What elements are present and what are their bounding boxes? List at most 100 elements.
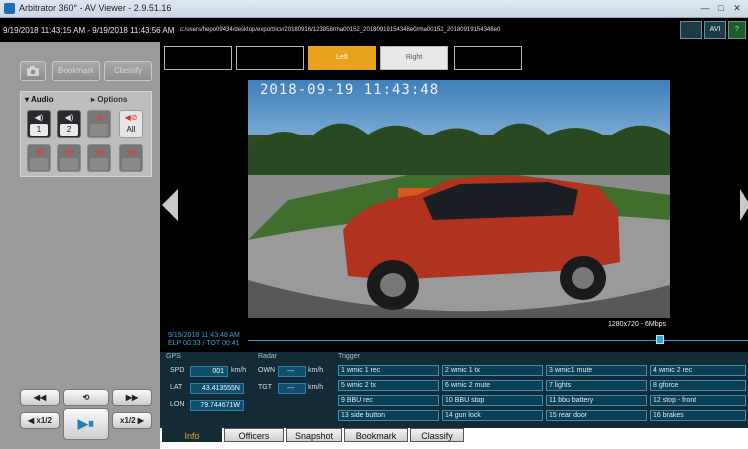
title-bar: Arbitrator 360° - AV Viewer - 2.9.51.16 … — [0, 0, 748, 18]
header-bar: 9/19/2018 11:43:15 AM - 9/19/2018 11:43:… — [0, 18, 748, 42]
gps-title: GPS — [166, 353, 181, 360]
tab-audio-label: Audio — [30, 95, 54, 104]
tab-audio[interactable]: ▾ Audio — [25, 94, 54, 106]
speaker-muted-icon: ◀) — [94, 113, 104, 122]
next-arrow-icon[interactable] — [740, 189, 748, 221]
window-controls: — □ ✕ — [698, 2, 744, 14]
trigger-item: 16 brakes — [650, 410, 746, 421]
timeline-scrubber[interactable] — [656, 335, 664, 344]
mic-number: All — [122, 124, 140, 136]
tgt-label: TGT — [258, 384, 272, 391]
skip-back-button[interactable]: ◀◀ — [20, 389, 60, 406]
trigger-item: 1 wmic 1 rec — [338, 365, 439, 376]
trigger-item: 8 gforce — [650, 380, 746, 391]
avi-icon[interactable]: AVI — [704, 21, 726, 39]
mic-6-button[interactable]: ◀) — [57, 144, 81, 172]
snapshot-button[interactable] — [20, 61, 46, 81]
spd-value: 001 — [190, 366, 228, 377]
resolution-label: 1280x720 - 6Mbps — [608, 321, 666, 328]
mic-number: 2 — [60, 124, 78, 136]
camera-tab-5[interactable] — [454, 46, 522, 70]
maximize-button[interactable]: □ — [714, 2, 728, 14]
mic-number — [90, 124, 108, 136]
play-pause-button[interactable]: ▶⏸ — [63, 408, 109, 440]
close-button[interactable]: ✕ — [730, 2, 744, 14]
tgt-unit: km/h — [308, 384, 324, 391]
slow-forward-button[interactable]: x1/2 ▶ — [112, 412, 152, 429]
tab-classify[interactable]: Classify — [410, 428, 464, 442]
slow-reverse-button[interactable]: ◀ x1/2 — [20, 412, 60, 429]
classify-button[interactable]: Classify — [104, 61, 152, 81]
mic-all-button[interactable]: ◀⊘ All — [119, 110, 143, 138]
camera-tab-right[interactable]: Right — [380, 46, 448, 70]
tab-bookmark[interactable]: Bookmark — [344, 428, 408, 442]
tab-info[interactable]: Info — [162, 428, 222, 442]
speaker-muted-icon: ◀) — [34, 147, 44, 156]
mic-1-button[interactable]: ◀) 1 — [27, 110, 51, 138]
timeline: 9/19/2018 11:43:48 AM ELP 00:33 / TOT 00… — [160, 332, 748, 352]
current-time: 9/19/2018 11:43:48 AM — [168, 332, 240, 339]
trigger-title: Trigger — [338, 353, 360, 360]
trigger-item: 10 BBU stop — [442, 395, 543, 406]
spd-unit: km/h — [231, 367, 247, 374]
bottom-tab-bar: Info Officers Snapshot Bookmark Classify — [160, 428, 748, 449]
lon-value: 79.744671W — [190, 400, 244, 411]
camera-tab-1[interactable] — [164, 46, 232, 70]
trigger-item: 15 rear door — [546, 410, 647, 421]
mic-7-button[interactable]: ◀) — [87, 144, 111, 172]
speaker-muted-icon: ◀) — [94, 147, 104, 156]
trigger-item: 6 wmic 2 mute — [442, 380, 543, 391]
own-unit: km/h — [308, 367, 324, 374]
monitor-icon[interactable] — [680, 21, 702, 39]
mic-2-button[interactable]: ◀) 2 — [57, 110, 81, 138]
mic-3-button[interactable]: ◀) — [87, 110, 111, 138]
window-title: Arbitrator 360° - AV Viewer - 2.9.51.16 — [19, 3, 172, 13]
lat-value: 43.413555N — [190, 383, 244, 394]
tab-officers[interactable]: Officers — [224, 428, 284, 442]
trigger-item: 3 wmic1 mute — [546, 365, 647, 376]
trigger-item: 13 side button — [338, 410, 439, 421]
mic-5-button[interactable]: ◀) — [27, 144, 51, 172]
mic-number — [30, 158, 48, 170]
loop-button[interactable]: ⟲ — [63, 389, 109, 406]
elapsed-time: ELP 00:33 / TOT 00:41 — [168, 340, 240, 347]
speaker-icon: ◀) — [34, 113, 44, 122]
tab-options[interactable]: ▸ Options — [91, 94, 127, 106]
mic-number — [90, 158, 108, 170]
trigger-item: 12 stop - front — [650, 395, 746, 406]
lat-label: LAT — [170, 384, 183, 391]
audio-panel: ▾ Audio ▸ Options ◀) 1 ◀) 2 ◀) ◀⊘ All ◀)… — [20, 91, 152, 177]
own-value: --- — [278, 366, 306, 377]
trigger-item: 11 bbu battery — [546, 395, 647, 406]
trigger-item: 9 BBU rec — [338, 395, 439, 406]
speaker-muted-icon: ◀) — [64, 147, 74, 156]
left-panel: Bookmark Classify ▾ Audio ▸ Options ◀) 1… — [0, 42, 160, 449]
minimize-button[interactable]: — — [698, 2, 712, 14]
video-scene — [248, 80, 670, 318]
tab-options-label: Options — [97, 95, 128, 104]
mic-number — [60, 158, 78, 170]
camera-icon — [27, 66, 39, 76]
bookmark-button[interactable]: Bookmark — [52, 61, 100, 81]
timeline-track[interactable] — [248, 340, 748, 341]
video-timestamp: 2018-09-19 11:43:48 — [260, 82, 440, 98]
trigger-item: 5 wmic 2 tx — [338, 380, 439, 391]
skip-forward-button[interactable]: ▶▶ — [112, 389, 152, 406]
own-label: OWN — [258, 367, 276, 374]
camera-tab-left[interactable]: Left — [308, 46, 376, 70]
mic-number: 1 — [30, 124, 48, 136]
speaker-icon: ◀) — [64, 113, 74, 122]
tab-snapshot[interactable]: Snapshot — [286, 428, 342, 442]
lon-label: LON — [170, 401, 185, 408]
help-icon[interactable]: ? — [728, 21, 746, 39]
camera-tab-2[interactable] — [236, 46, 304, 70]
mic-8-button[interactable]: ◀) — [119, 144, 143, 172]
speaker-muted-icon: ◀) — [126, 147, 136, 156]
video-viewer: Left Right 2018-09-19 11:43:48 1280x720 … — [160, 42, 748, 352]
previous-arrow-icon[interactable] — [162, 189, 178, 221]
video-frame[interactable]: 2018-09-19 11:43:48 — [248, 80, 670, 318]
date-range: 9/19/2018 11:43:15 AM - 9/19/2018 11:43:… — [3, 26, 175, 35]
file-path: c:/users/hepo09434/desktop/export/icv/20… — [180, 27, 501, 33]
trigger-item: 14 gun lock — [442, 410, 543, 421]
mic-number — [122, 158, 140, 170]
